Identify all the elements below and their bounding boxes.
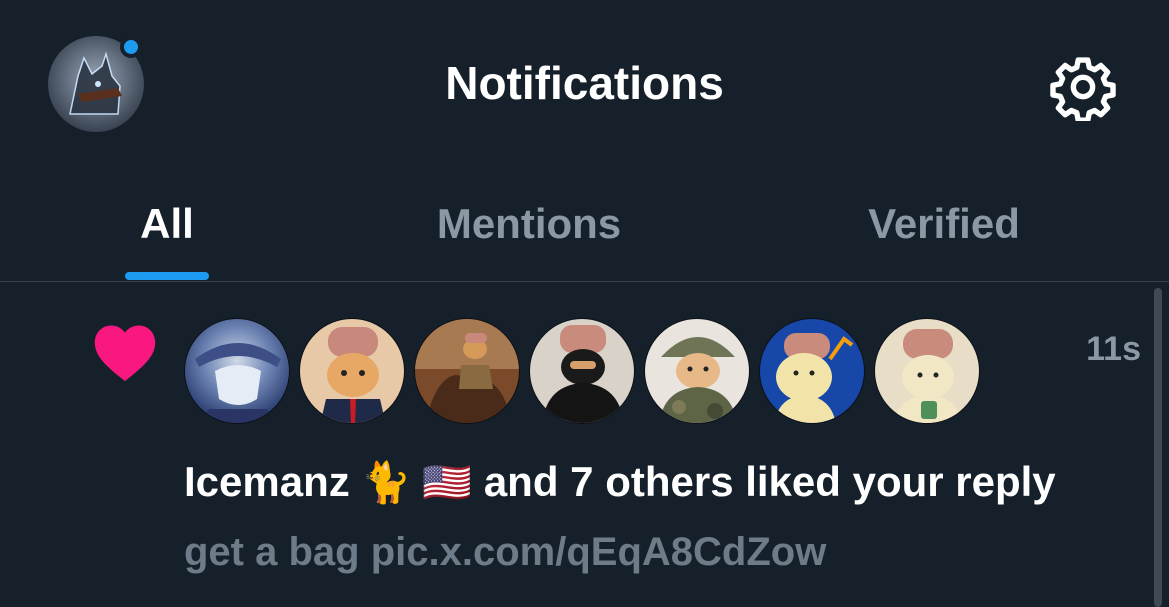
top-app-bar: Notifications <box>0 0 1169 165</box>
gear-icon[interactable] <box>1049 53 1117 123</box>
notification-message-rest: and 7 others liked your reply <box>483 458 1056 505</box>
tab-mentions[interactable]: Mentions <box>395 165 663 282</box>
active-tab-indicator <box>125 272 209 280</box>
notification-timestamp: 11s <box>1086 330 1141 368</box>
unread-indicator-dot <box>120 36 142 58</box>
avatar-cat-in-suit[interactable] <box>299 318 405 424</box>
avatar-cat-on-horse[interactable] <box>414 318 520 424</box>
actor-emojis: 🐈 🇺🇸 <box>361 461 473 505</box>
page-title: Notifications <box>445 57 724 109</box>
heart-icon <box>92 322 158 384</box>
tab-all[interactable]: All <box>107 165 227 282</box>
avatar-cat-in-camo[interactable] <box>644 318 750 424</box>
avatar-cat-with-chart[interactable] <box>759 318 865 424</box>
avatar-anime-character[interactable] <box>184 318 290 424</box>
notification-message: Icemanz 🐈 🇺🇸 and 7 others liked your rep… <box>184 458 1056 506</box>
actor-name[interactable]: Icemanz <box>184 458 350 505</box>
tab-verified[interactable]: Verified <box>824 165 1064 282</box>
avatar-cat-in-black-hoodie[interactable] <box>529 318 635 424</box>
scrollbar[interactable] <box>1154 288 1162 607</box>
reply-preview-text: get a bag pic.x.com/qEqA8CdZow <box>184 530 827 574</box>
notification-tabs: All Mentions Verified <box>0 165 1169 282</box>
avatar-cat-holding-cash[interactable] <box>874 318 980 424</box>
